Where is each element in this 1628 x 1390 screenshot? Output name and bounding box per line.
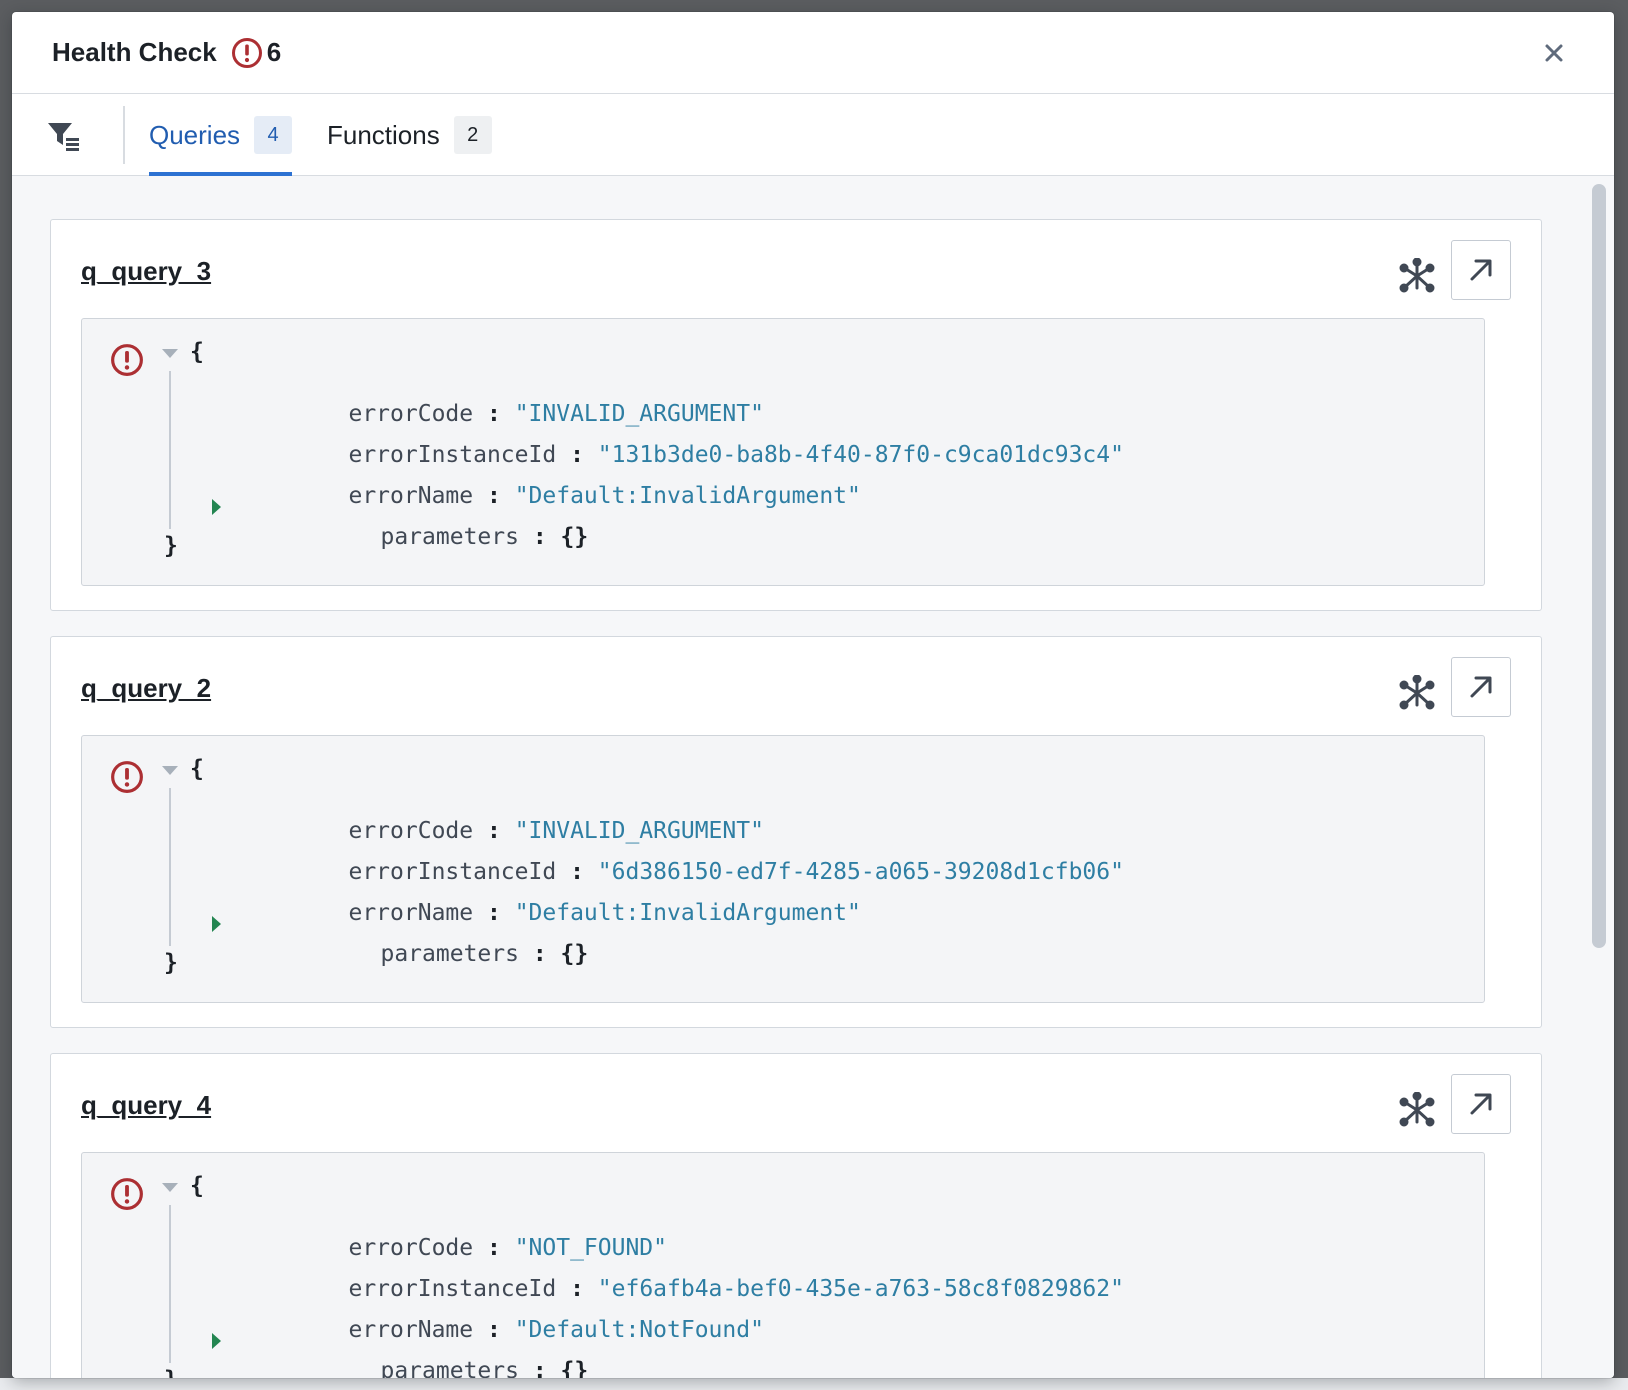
tab-divider bbox=[123, 106, 125, 164]
json-key: parameters bbox=[380, 941, 519, 967]
tab-queries-count: 4 bbox=[254, 116, 293, 154]
query-title-link[interactable]: q_query_3 bbox=[81, 256, 211, 287]
arrow-top-right-icon bbox=[1470, 259, 1492, 281]
tab-functions-label: Functions bbox=[327, 119, 440, 150]
error-icon bbox=[111, 344, 143, 376]
error-icon bbox=[111, 761, 143, 793]
collapse-caret-icon[interactable] bbox=[162, 1183, 178, 1192]
tab-queries[interactable]: Queries 4 bbox=[149, 94, 293, 176]
query-card: q_query_2 {errorCode: "INVALID_ARGUMEN… bbox=[50, 636, 1542, 1028]
json-key: parameters bbox=[380, 1358, 519, 1378]
arrow-top-right-icon bbox=[1470, 676, 1492, 698]
json-close-brace: } bbox=[164, 950, 178, 976]
json-separator: : bbox=[532, 1358, 547, 1378]
json-row-parameters: parameters : {} bbox=[242, 498, 588, 576]
filter-button[interactable] bbox=[42, 114, 86, 158]
lineage-graph-icon bbox=[1399, 1092, 1435, 1127]
close-icon bbox=[1545, 44, 1563, 62]
json-key: parameters bbox=[380, 524, 519, 550]
json-open-brace: { bbox=[190, 339, 204, 365]
error-icon bbox=[231, 37, 263, 69]
json-row-parameters: parameters : {} bbox=[242, 1332, 588, 1378]
tab-functions-count: 2 bbox=[453, 116, 492, 154]
lineage-button[interactable] bbox=[1393, 252, 1441, 300]
json-value: {} bbox=[560, 941, 589, 967]
scrollbar-thumb[interactable] bbox=[1592, 184, 1606, 948]
open-in-new-button[interactable] bbox=[1451, 657, 1511, 717]
results-list: q_query_3 {errorCode: "INVALID_ARGUMEN… bbox=[12, 176, 1614, 1378]
query-card: q_query_4 {errorCode: "NOT_FOUND" erro… bbox=[50, 1053, 1542, 1378]
background-app-strip bbox=[0, 1378, 1628, 1390]
open-in-new-button[interactable] bbox=[1451, 1074, 1511, 1134]
json-close-brace: } bbox=[164, 1367, 178, 1378]
error-icon bbox=[111, 1178, 143, 1210]
json-value: {} bbox=[560, 1358, 589, 1378]
tab-queries-label: Queries bbox=[149, 119, 241, 150]
error-json-viewer: { errorCode : "NOT_FOUND" errorInstanceI… bbox=[81, 1152, 1485, 1378]
lineage-graph-icon bbox=[1399, 675, 1435, 710]
expand-caret-icon[interactable] bbox=[212, 499, 221, 515]
json-open-brace: { bbox=[190, 1173, 204, 1199]
error-count: 6 bbox=[266, 37, 282, 67]
query-title-link[interactable]: q_query_2 bbox=[81, 673, 211, 704]
arrow-top-right-icon bbox=[1470, 1093, 1492, 1115]
scrollbar[interactable] bbox=[1590, 184, 1606, 1370]
json-open-brace: { bbox=[190, 756, 204, 782]
tab-functions[interactable]: Functions 2 bbox=[327, 94, 492, 176]
tree-guide-line bbox=[169, 371, 171, 529]
lineage-button[interactable] bbox=[1393, 1086, 1441, 1134]
collapse-caret-icon[interactable] bbox=[162, 766, 178, 775]
query-card: q_query_3 {errorCode: "INVALID_ARGUMEN… bbox=[50, 219, 1542, 611]
error-json-viewer: { errorCode : "INVALID_ARGUMENT" errorIn… bbox=[81, 735, 1485, 1003]
tree-guide-line bbox=[169, 1205, 171, 1363]
health-check-dialog: Health Check 6 Queries 4 Functions 2 q_q… bbox=[12, 12, 1614, 1378]
error-json-viewer: { errorCode : "INVALID_ARGUMENT" errorIn… bbox=[81, 318, 1485, 586]
tree-guide-line bbox=[169, 788, 171, 946]
expand-caret-icon[interactable] bbox=[212, 1333, 221, 1349]
json-row-parameters: parameters : {} bbox=[242, 915, 588, 993]
collapse-caret-icon[interactable] bbox=[162, 349, 178, 358]
lineage-button[interactable] bbox=[1393, 669, 1441, 717]
lineage-graph-icon bbox=[1399, 258, 1435, 293]
expand-caret-icon[interactable] bbox=[212, 916, 221, 932]
filter-list-icon bbox=[48, 123, 79, 151]
json-value: {} bbox=[560, 524, 589, 550]
close-button[interactable] bbox=[1538, 37, 1570, 69]
open-in-new-button[interactable] bbox=[1451, 240, 1511, 300]
json-separator: : bbox=[532, 941, 547, 967]
json-close-brace: } bbox=[164, 533, 178, 559]
query-title-link[interactable]: q_query_4 bbox=[81, 1090, 211, 1121]
tab-bar: Queries 4 Functions 2 bbox=[12, 94, 1614, 176]
dialog-title: Health Check bbox=[52, 37, 217, 67]
json-separator: : bbox=[532, 524, 547, 550]
dialog-header: Health Check 6 bbox=[12, 12, 1614, 94]
